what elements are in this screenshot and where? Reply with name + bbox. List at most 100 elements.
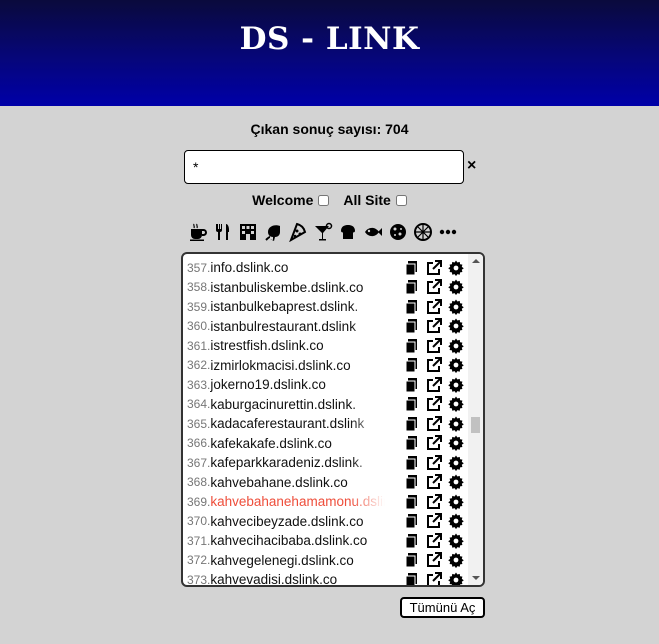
external-link-icon[interactable]: [425, 376, 442, 393]
domain-link[interactable]: istanbuliskembe.dslink.co: [210, 280, 385, 295]
list-item[interactable]: 357. info.dslink.co: [183, 258, 469, 278]
shrimp-icon[interactable]: [262, 221, 284, 243]
domain-link[interactable]: jokerno19.dslink.co: [210, 377, 385, 392]
external-link-icon[interactable]: [425, 474, 442, 491]
copy-icon[interactable]: [403, 513, 420, 530]
scroll-thumb[interactable]: [471, 417, 480, 433]
list-item[interactable]: 361. istrestfish.dslink.co: [183, 336, 469, 356]
list-item[interactable]: 359. istanbulkebaprest.dslink.: [183, 297, 469, 317]
copy-icon[interactable]: [403, 552, 420, 569]
allsite-checkbox[interactable]: [395, 194, 407, 206]
copy-icon[interactable]: [403, 337, 420, 354]
domain-link[interactable]: kahvevadisi.dslink.co: [210, 572, 385, 585]
external-link-icon[interactable]: [425, 532, 442, 549]
list-item[interactable]: 365. kadacaferestaurant.dslink: [183, 414, 469, 434]
external-link-icon[interactable]: [425, 357, 442, 374]
list-item[interactable]: 371. kahvecihacibaba.dslink.co: [183, 531, 469, 551]
copy-icon[interactable]: [403, 298, 420, 315]
gear-icon[interactable]: [447, 532, 464, 549]
domain-link[interactable]: kahvecihacibaba.dslink.co: [210, 533, 385, 548]
coffee-icon[interactable]: [187, 221, 209, 243]
pizza-icon[interactable]: [287, 221, 309, 243]
gear-icon[interactable]: [447, 279, 464, 296]
gear-icon[interactable]: [447, 435, 464, 452]
list-item[interactable]: 366. kafekakafe.dslink.co: [183, 434, 469, 454]
search-input[interactable]: [184, 150, 464, 184]
building-icon[interactable]: [237, 221, 259, 243]
allsite-filter[interactable]: All Site: [343, 192, 407, 208]
copy-icon[interactable]: [403, 571, 420, 585]
copy-icon[interactable]: [403, 532, 420, 549]
copy-icon[interactable]: [403, 474, 420, 491]
scroll-down-arrow[interactable]: [472, 576, 480, 580]
external-link-icon[interactable]: [425, 318, 442, 335]
list-item[interactable]: 372. kahvegelenegi.dslink.co: [183, 551, 469, 571]
gear-icon[interactable]: [447, 571, 464, 585]
external-link-icon[interactable]: [425, 415, 442, 432]
gear-icon[interactable]: [447, 318, 464, 335]
domain-link[interactable]: kahvebahane.dslink.co: [210, 475, 385, 490]
welcome-checkbox[interactable]: [318, 194, 330, 206]
list-item[interactable]: 360. istanbulrestaurant.dslink: [183, 317, 469, 337]
gear-icon[interactable]: [447, 454, 464, 471]
copy-icon[interactable]: [403, 493, 420, 510]
gear-icon[interactable]: [447, 396, 464, 413]
utensils-icon[interactable]: [212, 221, 234, 243]
external-link-icon[interactable]: [425, 552, 442, 569]
external-link-icon[interactable]: [425, 435, 442, 452]
domain-link[interactable]: kafekakafe.dslink.co: [210, 436, 385, 451]
copy-icon[interactable]: [403, 415, 420, 432]
domain-link[interactable]: kahvecibeyzade.dslink.co: [210, 514, 385, 529]
domain-list[interactable]: 357. info.dslink.co 358. istanbuliskembe.ds…: [181, 252, 485, 587]
domain-link[interactable]: kaburgacinurettin.dslink.: [210, 397, 385, 412]
bread-icon[interactable]: [337, 221, 359, 243]
gear-icon[interactable]: [447, 357, 464, 374]
copy-icon[interactable]: [403, 376, 420, 393]
cocktail-icon[interactable]: [312, 221, 334, 243]
copy-icon[interactable]: [403, 454, 420, 471]
gear-icon[interactable]: [447, 259, 464, 276]
more-icon[interactable]: [437, 221, 459, 243]
external-link-icon[interactable]: [425, 454, 442, 471]
open-all-button[interactable]: Tümünü Aç: [400, 597, 485, 618]
fish-icon[interactable]: [362, 221, 384, 243]
pie-icon[interactable]: [412, 221, 434, 243]
external-link-icon[interactable]: [425, 571, 442, 585]
cookie-icon[interactable]: [387, 221, 409, 243]
list-item[interactable]: 369. kahvebahanehamamonu.dslin: [183, 492, 469, 512]
gear-icon[interactable]: [447, 298, 464, 315]
list-item[interactable]: 370. kahvecibeyzade.dslink.co: [183, 512, 469, 532]
external-link-icon[interactable]: [425, 279, 442, 296]
external-link-icon[interactable]: [425, 337, 442, 354]
external-link-icon[interactable]: [425, 298, 442, 315]
gear-icon[interactable]: [447, 552, 464, 569]
external-link-icon[interactable]: [425, 396, 442, 413]
gear-icon[interactable]: [447, 376, 464, 393]
domain-link[interactable]: kafeparkkaradeniz.dslink.: [210, 455, 385, 470]
gear-icon[interactable]: [447, 337, 464, 354]
scroll-up-arrow[interactable]: [472, 259, 480, 263]
copy-icon[interactable]: [403, 357, 420, 374]
external-link-icon[interactable]: [425, 259, 442, 276]
welcome-filter[interactable]: Welcome: [252, 192, 330, 208]
external-link-icon[interactable]: [425, 493, 442, 510]
copy-icon[interactable]: [403, 435, 420, 452]
domain-link[interactable]: istanbulkebaprest.dslink.: [210, 299, 385, 314]
list-item[interactable]: 363. jokerno19.dslink.co: [183, 375, 469, 395]
copy-icon[interactable]: [403, 318, 420, 335]
list-scrollbar[interactable]: [468, 254, 483, 585]
gear-icon[interactable]: [447, 493, 464, 510]
clear-search-button[interactable]: ×: [467, 157, 476, 175]
copy-icon[interactable]: [403, 259, 420, 276]
domain-link[interactable]: kadacaferestaurant.dslink: [210, 416, 385, 431]
copy-icon[interactable]: [403, 279, 420, 296]
domain-link[interactable]: izmirlokmacisi.dslink.co: [210, 358, 385, 373]
list-item[interactable]: 358. istanbuliskembe.dslink.co: [183, 278, 469, 298]
gear-icon[interactable]: [447, 474, 464, 491]
gear-icon[interactable]: [447, 513, 464, 530]
list-item[interactable]: 364. kaburgacinurettin.dslink.: [183, 395, 469, 415]
external-link-icon[interactable]: [425, 513, 442, 530]
list-item[interactable]: 367. kafeparkkaradeniz.dslink.: [183, 453, 469, 473]
domain-link[interactable]: istrestfish.dslink.co: [210, 338, 385, 353]
gear-icon[interactable]: [447, 415, 464, 432]
